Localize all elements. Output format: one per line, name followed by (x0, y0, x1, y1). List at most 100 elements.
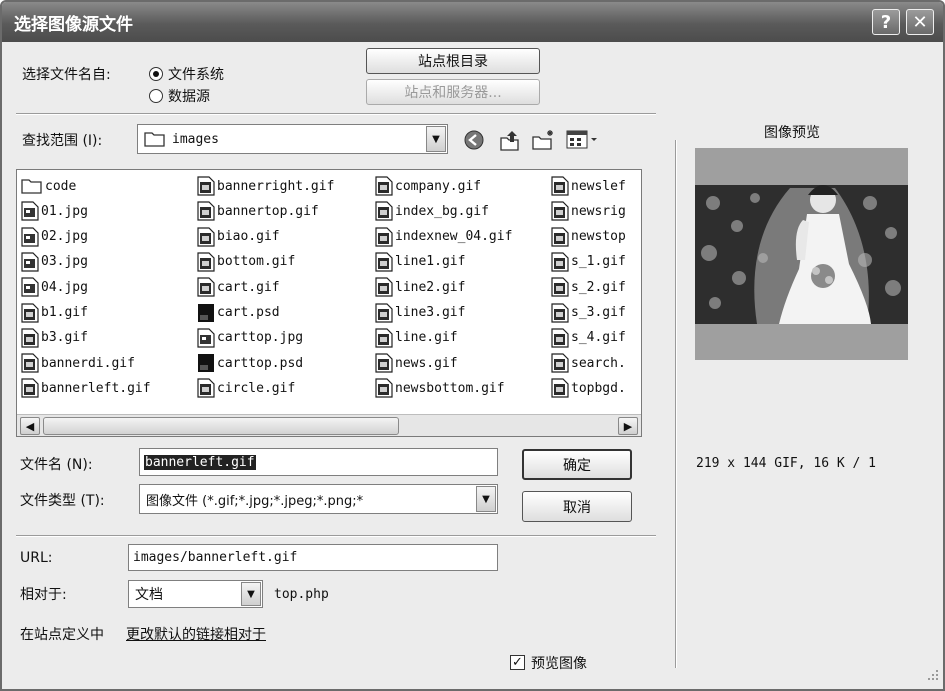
list-item[interactable]: bottom.gif (197, 250, 295, 274)
url-input[interactable]: images/bannerleft.gif (128, 544, 498, 571)
list-item[interactable]: bannerright.gif (197, 174, 334, 198)
url-value: images/bannerleft.gif (133, 550, 298, 565)
preview-checkbox-label[interactable]: 预览图像 (531, 653, 587, 673)
list-item[interactable]: bannertop.gif (197, 199, 319, 223)
image-file-icon (197, 328, 215, 348)
cancel-button[interactable]: 取消 (522, 491, 632, 522)
list-item[interactable]: line2.gif (375, 275, 465, 299)
file-name: carttop.jpg (217, 330, 304, 346)
list-item[interactable]: circle.gif (197, 376, 295, 400)
file-name: bannerleft.gif (41, 380, 151, 396)
list-item[interactable]: newsrig (551, 199, 626, 223)
url-label: URL: (20, 550, 53, 566)
site-root-button[interactable]: 站点根目录 (366, 48, 540, 74)
psd-file-icon (197, 303, 215, 323)
list-item[interactable]: bannerdi.gif (21, 351, 135, 375)
back-icon[interactable] (463, 129, 485, 151)
list-item[interactable]: news.gif (375, 351, 458, 375)
list-item[interactable]: carttop.psd (197, 351, 303, 375)
list-item[interactable]: s_1.gif (551, 250, 626, 274)
image-file-icon (21, 328, 39, 348)
list-item[interactable]: newsbottom.gif (375, 376, 505, 400)
list-item[interactable]: b3.gif (21, 326, 88, 350)
file-name: search. (571, 355, 626, 371)
file-name: b1.gif (41, 305, 88, 320)
list-item[interactable]: biao.gif (197, 225, 280, 249)
file-name: newslef (571, 178, 626, 194)
list-item[interactable]: line3.gif (375, 301, 465, 325)
chevron-down-icon[interactable]: ▼ (426, 126, 446, 152)
resize-grip-icon[interactable] (922, 668, 940, 686)
file-list[interactable]: ◀ ▶ code 01.jpg 02.jpg 03.jpg 04.jpg b1.gif b3… (16, 169, 642, 437)
file-name: bottom.gif (217, 254, 296, 270)
image-file-icon (375, 176, 393, 196)
filetype-combo[interactable]: 图像文件 (*.gif;*.jpg;*.jpeg;*.png;* ▼ (139, 484, 498, 514)
list-item[interactable]: cart.gif (197, 275, 280, 299)
image-file-icon (197, 201, 215, 221)
file-name: s_3.gif (571, 305, 626, 320)
new-folder-icon[interactable] (531, 128, 557, 152)
image-file-icon (197, 176, 215, 196)
file-name: s_4.gif (571, 330, 626, 346)
image-file-icon (197, 226, 215, 247)
relative-page: top.php (274, 587, 329, 602)
list-item[interactable]: newslef (551, 174, 626, 198)
relative-combo[interactable]: 文档 ▼ (128, 580, 263, 608)
radio-data-source-label[interactable]: 数据源 (168, 86, 210, 106)
folder-icon (144, 129, 166, 149)
list-item[interactable]: company.gif (375, 174, 481, 198)
list-item[interactable]: newstop (551, 225, 626, 249)
help-button[interactable]: ? (872, 9, 900, 35)
list-item[interactable]: s_3.gif (551, 301, 626, 325)
chevron-down-icon[interactable]: ▼ (476, 486, 496, 512)
up-folder-icon[interactable] (498, 128, 522, 152)
radio-file-system[interactable] (149, 67, 163, 81)
list-item[interactable]: s_2.gif (551, 275, 626, 299)
list-item[interactable]: topbgd. (551, 376, 626, 400)
image-file-icon (551, 328, 569, 348)
horizontal-scrollbar[interactable]: ◀ ▶ (17, 414, 641, 436)
ok-button[interactable]: 确定 (522, 449, 632, 480)
radio-data-source[interactable] (149, 89, 163, 103)
file-name: 04.jpg (41, 279, 88, 295)
file-name: company.gif (395, 178, 482, 194)
scroll-left-icon[interactable]: ◀ (20, 417, 40, 435)
select-from-label: 选择文件名自: (22, 67, 111, 83)
list-item[interactable]: code (21, 174, 76, 198)
preview-image (695, 185, 908, 324)
list-item[interactable]: 01.jpg (21, 199, 88, 223)
list-item[interactable]: bannerleft.gif (21, 376, 151, 400)
top-separator (16, 113, 656, 115)
list-item[interactable]: 03.jpg (21, 250, 88, 274)
file-name: news.gif (395, 355, 458, 371)
list-item[interactable]: index_bg.gif (375, 199, 489, 223)
list-item[interactable]: search. (551, 351, 626, 375)
preview-checkbox[interactable]: ✓ (510, 655, 525, 670)
list-item[interactable]: cart.psd (197, 301, 280, 325)
list-item[interactable]: 02.jpg (21, 225, 88, 249)
filename-input[interactable]: bannerleft.gif (139, 448, 498, 476)
list-item[interactable]: b1.gif (21, 301, 88, 325)
radio-file-system-label[interactable]: 文件系统 (168, 64, 224, 84)
list-item[interactable]: 04.jpg (21, 275, 88, 299)
help-icon: ? (880, 11, 892, 33)
look-in-combo[interactable]: images ▼ (137, 124, 448, 154)
image-file-icon (375, 252, 393, 272)
list-item[interactable]: line.gif (375, 326, 458, 350)
list-item[interactable]: s_4.gif (551, 326, 626, 350)
scroll-right-icon[interactable]: ▶ (618, 417, 638, 435)
image-file-icon (551, 201, 569, 221)
list-item[interactable]: indexnew_04.gif (375, 225, 512, 249)
site-server-button[interactable]: 站点和服务器... (366, 79, 540, 105)
title-bar[interactable]: 选择图像源文件 (2, 2, 943, 42)
view-menu-icon[interactable] (566, 129, 600, 151)
list-item[interactable]: line1.gif (375, 250, 465, 274)
image-file-icon (21, 226, 39, 247)
filename-label: 文件名 (N): (20, 457, 93, 473)
close-button[interactable]: ✕ (906, 9, 934, 35)
scrollbar-thumb[interactable] (43, 417, 399, 435)
file-name: line2.gif (395, 279, 466, 295)
chevron-down-icon[interactable]: ▼ (241, 582, 261, 606)
list-item[interactable]: carttop.jpg (197, 326, 303, 350)
change-default-link[interactable]: 更改默认的链接相对于 (126, 624, 266, 644)
